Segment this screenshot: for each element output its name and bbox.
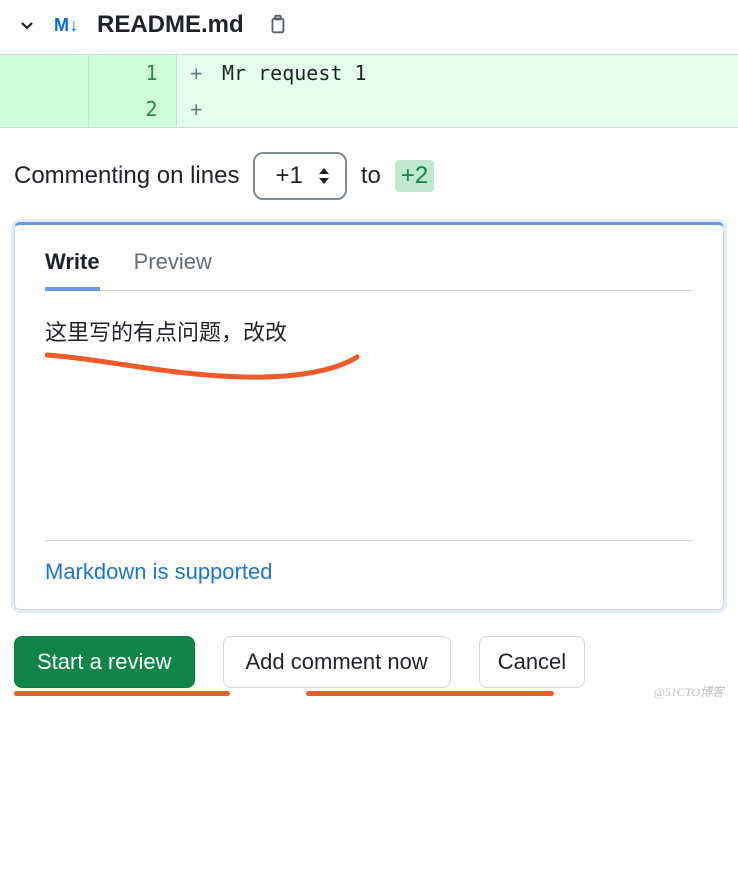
- old-line-number: [0, 91, 88, 128]
- tab-preview[interactable]: Preview: [134, 241, 212, 291]
- add-comment-now-button[interactable]: Add comment now: [223, 636, 451, 688]
- comment-box: Write Preview 这里写的有点问题，改改 Markdown is su…: [14, 222, 724, 610]
- from-line-value: +1: [275, 162, 302, 190]
- file-header: M↓ README.md: [0, 0, 738, 54]
- comment-tabs: Write Preview: [45, 241, 693, 291]
- markdown-file-icon: M↓: [54, 15, 79, 36]
- cancel-button[interactable]: Cancel: [479, 636, 585, 688]
- from-line-select[interactable]: +1: [253, 152, 346, 200]
- diff-marker: +: [176, 91, 216, 128]
- annotation-bar-icon: [306, 691, 554, 696]
- to-line-badge: +2: [395, 160, 434, 192]
- start-review-button[interactable]: Start a review: [14, 636, 195, 688]
- commenting-on-lines: Commenting on lines +1 to +2: [0, 128, 738, 222]
- commenting-label: Commenting on lines: [14, 162, 239, 190]
- diff-marker: +: [176, 55, 216, 92]
- diff-row[interactable]: 1 + Mr request 1: [0, 55, 738, 92]
- annotation-underline-icon: [45, 351, 365, 391]
- annotation-bar-icon: [14, 691, 230, 696]
- comment-text: 这里写的有点问题，改改: [45, 315, 693, 350]
- new-line-number: 1: [88, 55, 176, 92]
- to-label: to: [361, 162, 381, 190]
- old-line-number: [0, 55, 88, 92]
- markdown-supported-link[interactable]: Markdown is supported: [45, 559, 693, 585]
- diff-content: [216, 91, 738, 128]
- file-name[interactable]: README.md: [97, 11, 244, 39]
- collapse-caret-icon[interactable]: [18, 16, 36, 34]
- comment-editor[interactable]: 这里写的有点问题，改改: [45, 291, 693, 541]
- diff-row[interactable]: 2 +: [0, 91, 738, 128]
- comment-actions: Start a review Add comment now Cancel @5…: [0, 610, 738, 702]
- diff-table: 1 + Mr request 1 2 +: [0, 54, 738, 128]
- tab-write[interactable]: Write: [45, 241, 100, 291]
- copy-path-button[interactable]: [262, 10, 292, 40]
- watermark: @51CTO博客: [654, 683, 724, 700]
- new-line-number: 2: [88, 91, 176, 128]
- sort-icon: [317, 166, 331, 186]
- clipboard-icon: [266, 14, 288, 36]
- diff-content: Mr request 1: [216, 55, 738, 92]
